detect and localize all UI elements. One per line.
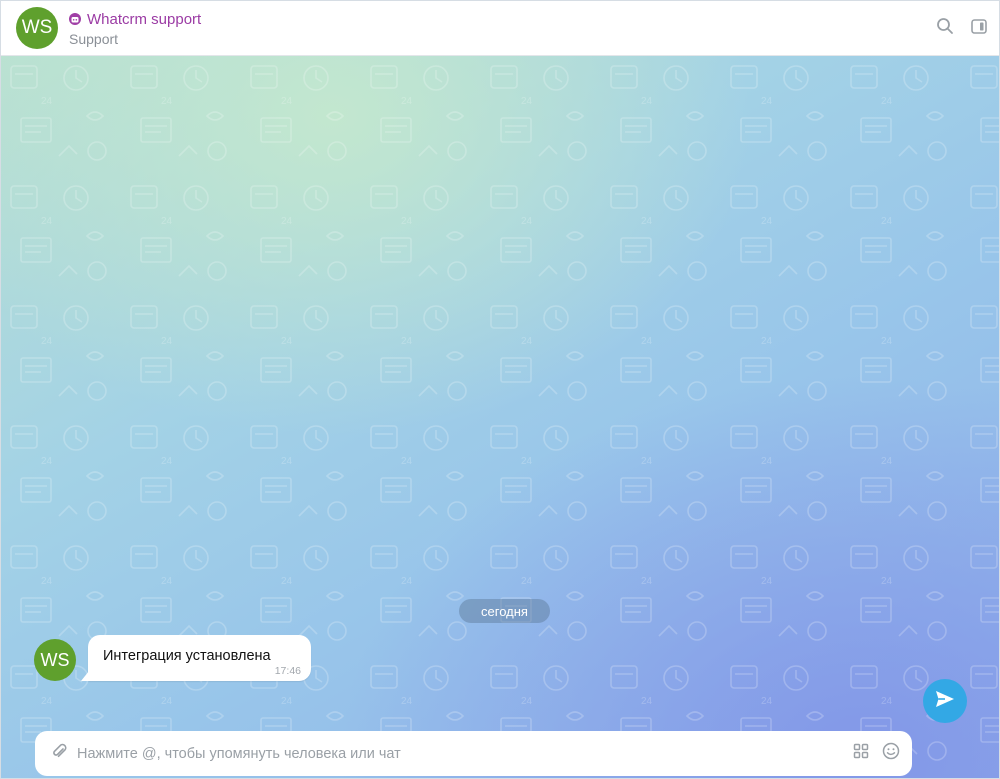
commands-grid-icon — [853, 743, 869, 764]
sidebar-panel-icon — [971, 18, 987, 39]
title-row: Whatcrm support — [69, 9, 201, 29]
chat-subtitle: Support — [69, 31, 119, 47]
bot-icon — [69, 13, 81, 25]
chat-title: Whatcrm support — [87, 10, 202, 28]
message-text: Интеграция установлена — [103, 648, 271, 664]
sender-avatar[interactable]: WS — [34, 639, 76, 681]
chat-info[interactable]: Whatcrm support Support — [69, 9, 201, 47]
emoji-icon — [882, 742, 900, 765]
send-icon — [934, 689, 956, 714]
search-icon — [936, 17, 954, 40]
commands-button[interactable] — [846, 731, 876, 776]
search-button[interactable] — [928, 12, 962, 46]
message-area[interactable]: 24 сегодня WS Интеграция установлена 17:… — [1, 56, 999, 778]
message-row: WS Интеграция установлена 17:46 — [34, 635, 311, 681]
message-time: 17:46 — [274, 665, 301, 677]
attach-button[interactable] — [41, 731, 77, 776]
chat-window: WS Whatcrm support Support сегодня WS Ин… — [0, 0, 1000, 779]
avatar[interactable]: WS — [16, 7, 58, 49]
message-composer — [35, 731, 912, 776]
sidebar-toggle-button[interactable] — [962, 12, 996, 46]
header-actions — [928, 1, 999, 56]
paperclip-icon — [50, 742, 68, 765]
message-bubble[interactable]: Интеграция установлена 17:46 — [81, 635, 311, 681]
message-input[interactable] — [77, 733, 846, 774]
send-button[interactable] — [923, 679, 967, 723]
chat-header: WS Whatcrm support Support — [1, 1, 999, 56]
emoji-button[interactable] — [876, 731, 906, 776]
date-separator: сегодня — [459, 599, 550, 623]
